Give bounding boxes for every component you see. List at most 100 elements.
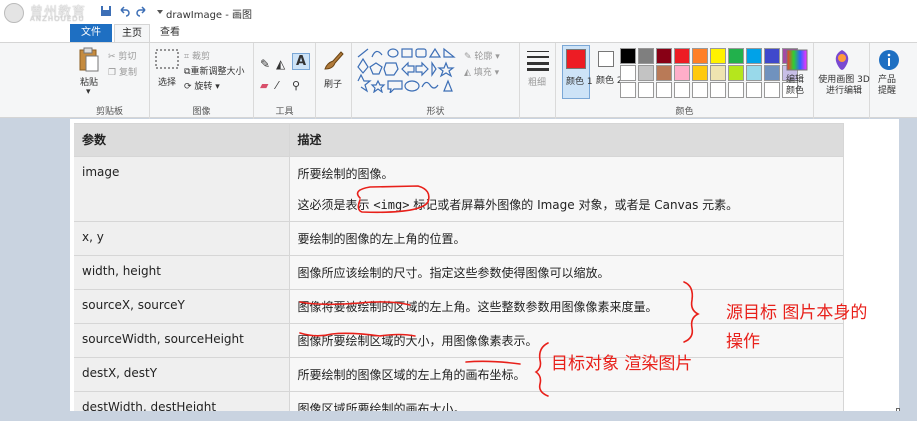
color-swatch[interactable] (674, 48, 690, 64)
table-row: destX, destY 所要绘制的图像区域的左上角的画布坐标。 (74, 357, 844, 392)
color1-label: 颜色 1 (566, 77, 593, 87)
edit-colors-icon[interactable] (786, 49, 808, 71)
color-palette (620, 48, 798, 98)
table-header-row: 参数 描述 (74, 123, 844, 157)
alert-group: 产品提醒 (870, 43, 910, 119)
undo-icon[interactable] (118, 5, 130, 17)
image-group: 选择 ⌗ 裁剪 ⧉重新调整大小 ⟳ 旋转 ▾ 图像 (150, 43, 254, 119)
param-cell: destX, destY (74, 357, 290, 392)
color-swatch[interactable] (746, 65, 762, 81)
colors-group-label: 颜色 (675, 107, 694, 117)
copy-label: 复制 (118, 68, 137, 78)
color-swatch[interactable] (764, 65, 780, 81)
color-swatch[interactable] (692, 65, 708, 81)
clipboard-group-label: 剪贴板 (95, 107, 123, 117)
param-cell: sourceX, sourceY (74, 289, 290, 324)
color-swatch[interactable] (692, 82, 708, 98)
customize-dropdown-icon[interactable] (154, 5, 166, 17)
tools-group: ✎ ◭ A ▰ ⁄ ⚲ 工具 (254, 43, 316, 119)
annotation-source-2: 操作 (726, 332, 760, 352)
color-swatch[interactable] (638, 82, 654, 98)
color-swatch[interactable] (728, 65, 744, 81)
paint3d-button[interactable]: 使用画图 3D 进行编辑 (818, 75, 870, 97)
desc-cell: 图像所应该绘制的尺寸。指定这些参数使得图像可以缩放。 (289, 255, 844, 290)
crop-button[interactable]: ⌗ 裁剪 (184, 49, 210, 62)
desc-code: <img> (373, 198, 410, 212)
desc-text: 所要绘制的图像。 (297, 167, 394, 181)
parameters-table: 参数 描述 image 所要绘制的图像。 这必须是表示 <img> 标记或者屏幕… (74, 123, 844, 421)
fill-label: 填充 (473, 68, 492, 78)
watermark-circle-icon (4, 3, 24, 23)
info-icon[interactable] (878, 49, 900, 71)
status-area (0, 411, 917, 421)
desc-cell: 所要绘制的图像。 这必须是表示 <img> 标记或者屏幕外图像的 Image 对… (289, 156, 844, 222)
rotate-button[interactable]: ⟳ 旋转 ▾ (184, 79, 220, 92)
paste-dropdown-icon[interactable]: ▾ (86, 87, 91, 97)
rotate-label: 旋转 (194, 82, 213, 92)
color-swatch[interactable] (620, 48, 636, 64)
shapes-group-label: 形状 (426, 107, 445, 117)
tab-view[interactable]: 查看 (152, 24, 188, 42)
brush-icon[interactable] (321, 49, 345, 73)
edit-colors-button[interactable]: 编辑颜色 (786, 75, 812, 97)
ribbon: 粘贴 ▾ ✂ 剪切 ❐ 复制 剪贴板 选择 ⌗ 裁剪 ⧉重新调整大小 ⟳ 旋转 … (0, 42, 917, 119)
color-swatch[interactable] (620, 82, 636, 98)
color-swatch[interactable] (656, 82, 672, 98)
text-icon[interactable]: A (292, 53, 311, 70)
fill-button[interactable]: ◭ 填充 ▾ (464, 65, 499, 78)
outline-button[interactable]: ✎ 轮廓 ▾ (464, 49, 500, 62)
paste-icon[interactable] (78, 47, 100, 73)
eraser-icon[interactable]: ▰ (260, 79, 268, 92)
param-cell: image (74, 156, 290, 222)
color1-button[interactable]: 颜色 1 (562, 45, 593, 99)
title-bar: 曾州教育 ANZHOUEDU drawImage - 画图 (0, 0, 917, 24)
color-swatch[interactable] (728, 82, 744, 98)
color-swatch[interactable] (638, 48, 654, 64)
copy-button[interactable]: ❐ 复制 (108, 65, 137, 78)
fill-icon[interactable]: ◭ (276, 57, 285, 71)
color-swatch[interactable] (656, 65, 672, 81)
color-swatch[interactable] (656, 48, 672, 64)
shapes-gallery[interactable] (356, 47, 460, 93)
color-swatch[interactable] (620, 65, 636, 81)
color-swatch[interactable] (764, 48, 780, 64)
product-alert-button[interactable]: 产品提醒 (878, 75, 904, 97)
redo-icon[interactable] (136, 5, 148, 17)
outline-icon: ✎ (464, 52, 472, 62)
save-icon[interactable] (100, 5, 112, 17)
header-desc: 描述 (289, 123, 844, 157)
tab-file[interactable]: 文件 (70, 24, 112, 42)
color-swatch[interactable] (692, 48, 708, 64)
brushes-button[interactable]: 刷子 (324, 77, 342, 90)
color-swatch[interactable] (674, 65, 690, 81)
color-swatch[interactable] (710, 48, 726, 64)
size-button[interactable]: 粗细 (528, 75, 546, 88)
color2-button[interactable]: 颜色 2 (594, 45, 623, 99)
ribbon-tabs: 文件 主页 查看 (0, 24, 917, 42)
color-swatch[interactable] (746, 82, 762, 98)
desc-cell: 要绘制的图像的左上角的位置。 (289, 221, 844, 256)
clipboard-group: 粘贴 ▾ ✂ 剪切 ❐ 复制 剪贴板 (70, 43, 150, 119)
magnifier-icon[interactable]: ⚲ (292, 79, 300, 92)
color-swatch[interactable] (674, 82, 690, 98)
annotation-dest: 目标对象 渲染图片 (551, 354, 693, 374)
color-swatch[interactable] (764, 82, 780, 98)
color-swatch[interactable] (710, 82, 726, 98)
watermark-logo: 曾州教育 ANZHOUEDU (4, 2, 100, 24)
desc-text-2: 这必须是表示 <img> 标记或者屏幕外图像的 Image 对象，或者是 Can… (298, 196, 836, 213)
cut-button[interactable]: ✂ 剪切 (108, 49, 136, 62)
pencil-icon[interactable]: ✎ (260, 57, 270, 71)
param-cell: width, height (74, 255, 290, 290)
color-swatch[interactable] (728, 48, 744, 64)
select-icon[interactable] (155, 49, 179, 71)
color-picker-icon[interactable]: ⁄ (276, 79, 278, 92)
color-swatch[interactable] (638, 65, 654, 81)
paint3d-icon[interactable] (832, 49, 852, 71)
watermark-subtext: ANZHOUEDU (30, 15, 85, 23)
color-swatch[interactable] (746, 48, 762, 64)
tab-home[interactable]: 主页 (114, 24, 150, 42)
color-swatch[interactable] (710, 65, 726, 81)
select-button[interactable]: 选择 (158, 75, 176, 88)
line-size-icon[interactable] (526, 49, 550, 71)
resize-button[interactable]: ⧉重新调整大小 (184, 64, 244, 77)
